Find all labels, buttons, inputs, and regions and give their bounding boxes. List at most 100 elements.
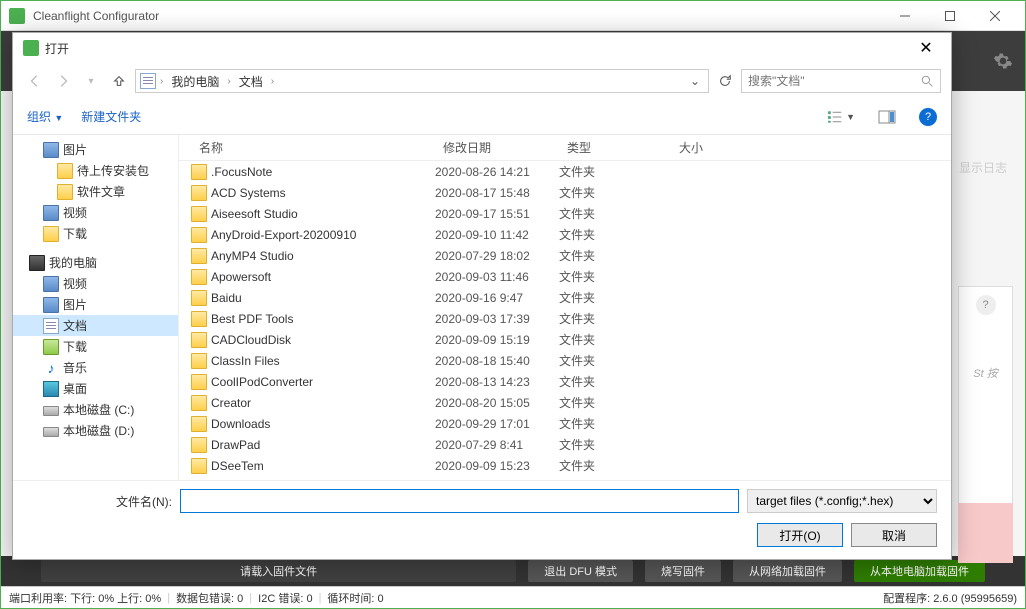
nav-forward-icon[interactable] (51, 69, 75, 93)
list-item[interactable]: Aiseesoft Studio2020-09-17 15:51文件夹 (179, 203, 951, 224)
folder-icon (43, 226, 59, 242)
view-mode-button[interactable]: ▼ (827, 106, 855, 128)
row-type: 文件夹 (559, 331, 671, 348)
pc-icon (29, 255, 45, 271)
help-button[interactable]: ? (919, 108, 937, 126)
bg-panel: ? St 按 (958, 286, 1013, 526)
nav-back-icon[interactable] (23, 69, 47, 93)
row-date: 2020-09-29 17:01 (435, 417, 559, 431)
filetype-select[interactable]: target files (*.config;*.hex) (747, 489, 937, 513)
folder-icon (57, 184, 73, 200)
tree-item[interactable]: 本地磁盘 (C:) (13, 399, 178, 420)
list-item[interactable]: Baidu2020-09-16 9:47文件夹 (179, 287, 951, 308)
tree-item-label: 我的电脑 (49, 254, 97, 271)
nav-up-icon[interactable] (107, 69, 131, 93)
nav-recent-icon[interactable]: ▾ (79, 69, 103, 93)
write-firmware-button[interactable]: 烧写固件 (645, 560, 721, 582)
breadcrumb-root[interactable]: 我的电脑 (167, 73, 223, 90)
tree-item-label: 图片 (63, 141, 87, 158)
show-log-link[interactable]: 显示日志 (959, 159, 1007, 176)
help-icon[interactable]: ? (976, 295, 996, 315)
row-date: 2020-08-18 15:40 (435, 354, 559, 368)
tree-item[interactable]: 下载 (13, 336, 178, 357)
minimize-button[interactable] (882, 1, 927, 31)
list-item[interactable]: ClassIn Files2020-08-18 15:40文件夹 (179, 350, 951, 371)
organize-menu[interactable]: 组织 ▼ (27, 108, 63, 125)
maximize-button[interactable] (927, 1, 972, 31)
tree-item[interactable]: 图片 (13, 139, 178, 160)
tree-item[interactable]: 文档 (13, 315, 178, 336)
search-icon[interactable] (921, 75, 934, 88)
folder-icon (191, 353, 207, 369)
row-date: 2020-08-20 15:05 (435, 396, 559, 410)
list-item[interactable]: DSeeTem2020-09-09 15:23文件夹 (179, 455, 951, 476)
tree-item[interactable]: 待上传安装包 (13, 160, 178, 181)
dialog-address-bar: ▾ › 我的电脑 › 文档 › ⌄ (13, 63, 951, 99)
list-item[interactable]: CADCloudDisk2020-09-09 15:19文件夹 (179, 329, 951, 350)
preview-pane-button[interactable] (873, 106, 901, 128)
vfolder-icon (43, 297, 59, 313)
tree-item-label: 文档 (63, 317, 87, 334)
folder-icon (191, 374, 207, 390)
row-name: Baidu (211, 291, 435, 305)
row-date: 2020-08-17 15:48 (435, 186, 559, 200)
dialog-logo-icon (23, 40, 39, 56)
list-item[interactable]: Apowersoft2020-09-03 11:46文件夹 (179, 266, 951, 287)
tree-item[interactable]: 软件文章 (13, 181, 178, 202)
col-type[interactable]: 类型 (559, 139, 671, 156)
address-dropdown-icon[interactable]: ⌄ (686, 74, 704, 88)
tree-item[interactable]: 图片 (13, 294, 178, 315)
list-item[interactable]: AnyDroid-Export-202009102020-09-10 11:42… (179, 224, 951, 245)
row-type: 文件夹 (559, 268, 671, 285)
list-item[interactable]: .FocusNote2020-08-26 14:21文件夹 (179, 161, 951, 182)
close-button[interactable] (972, 1, 1017, 31)
new-folder-button[interactable]: 新建文件夹 (81, 108, 141, 125)
folder-icon (191, 248, 207, 264)
folder-tree[interactable]: 图片待上传安装包软件文章视频下载我的电脑视频图片文档下载♪音乐桌面本地磁盘 (C… (13, 135, 179, 480)
bottom-button-bar: 请载入固件文件 退出 DFU 模式 烧写固件 从网络加载固件 从本地电脑加载固件 (1, 556, 1025, 586)
search-input[interactable] (748, 74, 917, 88)
doc-icon (140, 73, 156, 89)
search-box[interactable] (741, 69, 941, 93)
row-type: 文件夹 (559, 289, 671, 306)
gear-icon[interactable] (993, 51, 1013, 71)
list-item[interactable]: Creator2020-08-20 15:05文件夹 (179, 392, 951, 413)
tree-item[interactable]: 下载 (13, 223, 178, 244)
tree-item[interactable]: 视频 (13, 273, 178, 294)
load-from-net-button[interactable]: 从网络加载固件 (733, 560, 842, 582)
tree-item[interactable]: 本地磁盘 (D:) (13, 420, 178, 441)
row-date: 2020-09-09 15:19 (435, 333, 559, 347)
row-name: CADCloudDisk (211, 333, 435, 347)
col-date[interactable]: 修改日期 (435, 139, 559, 156)
app-title: Cleanflight Configurator (33, 9, 882, 23)
breadcrumb-current[interactable]: 文档 (235, 73, 267, 90)
list-item[interactable]: AnyMP4 Studio2020-07-29 18:02文件夹 (179, 245, 951, 266)
chevron-right-icon: › (160, 76, 163, 87)
list-item[interactable]: Best PDF Tools2020-09-03 17:39文件夹 (179, 308, 951, 329)
list-item[interactable]: ACD Systems2020-08-17 15:48文件夹 (179, 182, 951, 203)
list-header[interactable]: 名称 修改日期 类型 大小 (179, 135, 951, 161)
col-size[interactable]: 大小 (671, 139, 761, 156)
refresh-icon[interactable] (713, 69, 737, 93)
dialog-titlebar: 打开 ✕ (13, 33, 951, 63)
tree-item[interactable]: 视频 (13, 202, 178, 223)
filename-input[interactable] (180, 489, 739, 513)
load-from-local-button[interactable]: 从本地电脑加载固件 (854, 560, 985, 582)
dialog-close-button[interactable]: ✕ (911, 38, 941, 58)
bg-panel-text: St 按 (959, 365, 1012, 381)
tree-item[interactable]: 桌面 (13, 378, 178, 399)
exit-dfu-button[interactable]: 退出 DFU 模式 (528, 560, 633, 582)
list-item[interactable]: CoolIPodConverter2020-08-13 14:23文件夹 (179, 371, 951, 392)
open-button[interactable]: 打开(O) (757, 523, 843, 547)
col-name[interactable]: 名称 (179, 139, 435, 156)
list-item[interactable]: DrawPad2020-07-29 8:41文件夹 (179, 434, 951, 455)
tree-item[interactable]: ♪音乐 (13, 357, 178, 378)
dialog-bottom: 文件名(N): target files (*.config;*.hex) 打开… (13, 481, 951, 559)
folder-icon (191, 185, 207, 201)
tree-item[interactable]: 我的电脑 (13, 252, 178, 273)
tree-item-label: 桌面 (63, 380, 87, 397)
address-box[interactable]: › 我的电脑 › 文档 › ⌄ (135, 69, 709, 93)
list-item[interactable]: Downloads2020-09-29 17:01文件夹 (179, 413, 951, 434)
cancel-button[interactable]: 取消 (851, 523, 937, 547)
load-firmware-button[interactable]: 请载入固件文件 (41, 560, 516, 582)
